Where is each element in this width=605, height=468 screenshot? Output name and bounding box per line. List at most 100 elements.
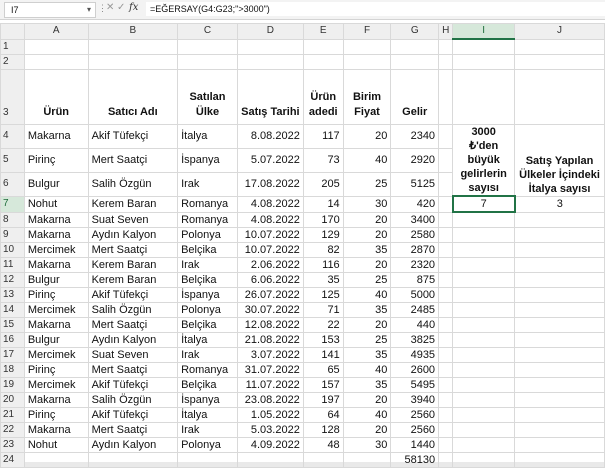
summary-value-italy[interactable]: 3 [514, 195, 605, 213]
cell[interactable] [438, 392, 454, 408]
header-gelir[interactable]: Gelir [390, 69, 440, 125]
cell-urun[interactable]: Mercimek [23, 242, 89, 258]
cell-gelir[interactable]: 2870 [390, 242, 440, 258]
column-header-f[interactable]: F [342, 23, 392, 40]
cell[interactable] [514, 437, 605, 453]
row-header[interactable]: 6 [0, 171, 25, 197]
cell-tarih[interactable]: 4.08.2022 [236, 195, 304, 213]
cell-ulke[interactable]: Romanya [177, 195, 238, 213]
cell-gelir[interactable]: 4935 [390, 347, 440, 363]
cell-gelir[interactable]: 875 [390, 272, 440, 288]
cell-urun[interactable]: Makarna [23, 257, 89, 273]
cell[interactable] [514, 242, 605, 258]
cell[interactable] [87, 54, 179, 70]
cell-tarih[interactable]: 17.08.2022 [236, 171, 304, 197]
cell-satici[interactable]: Akif Tüfekçi [87, 287, 179, 303]
cell[interactable] [514, 347, 605, 363]
header-fiyat[interactable]: Birim Fiyat [342, 69, 392, 125]
cell-ulke[interactable]: Belçika [177, 272, 238, 288]
select-all-corner[interactable] [0, 23, 25, 40]
cell[interactable] [514, 362, 605, 378]
cell[interactable] [87, 38, 179, 55]
cell[interactable] [438, 272, 454, 288]
column-header-d[interactable]: D [236, 23, 304, 40]
cell-gelir[interactable]: 2560 [390, 407, 440, 423]
cell-tarih[interactable]: 2.06.2022 [236, 257, 304, 273]
cell-satici[interactable]: Mert Saatçi [87, 147, 179, 173]
cell[interactable] [514, 257, 605, 273]
cell[interactable] [438, 195, 454, 213]
cell-tarih[interactable]: 11.07.2022 [236, 377, 304, 393]
cell[interactable] [438, 407, 454, 423]
cell-gelir[interactable]: 2920 [390, 147, 440, 173]
cell-fiyat[interactable]: 20 [342, 257, 392, 273]
column-header-h[interactable]: H [438, 23, 454, 40]
cell-ulke[interactable]: İtalya [177, 407, 238, 423]
cell-tarih[interactable]: 1.05.2022 [236, 407, 304, 423]
cell[interactable] [302, 38, 344, 55]
column-header-e[interactable]: E [302, 23, 344, 40]
cell-urun[interactable]: Pirinç [23, 287, 89, 303]
cell-gelir[interactable]: 3400 [390, 211, 440, 228]
cell-satici[interactable]: Aydın Kalyon [87, 227, 179, 243]
row-header[interactable]: 14 [0, 302, 25, 318]
cell[interactable] [452, 362, 516, 378]
cell-tarih[interactable]: 31.07.2022 [236, 362, 304, 378]
cell-ulke[interactable]: İspanya [177, 147, 238, 173]
cell-satici[interactable]: Suat Seven [87, 347, 179, 363]
cell-fiyat[interactable]: 40 [342, 407, 392, 423]
total-gelir[interactable]: 58130 [390, 452, 440, 468]
summary-value-over3000[interactable]: 7 [451, 195, 516, 213]
column-header-c[interactable]: C [177, 23, 238, 40]
cell-gelir[interactable]: 2560 [390, 422, 440, 438]
cell-fiyat[interactable]: 30 [342, 437, 392, 453]
cell-fiyat[interactable]: 20 [342, 392, 392, 408]
cell[interactable] [452, 437, 516, 453]
row-header[interactable]: 5 [0, 147, 25, 173]
cell[interactable] [438, 422, 454, 438]
row-header[interactable]: 3 [0, 69, 25, 125]
cell-tarih[interactable]: 30.07.2022 [236, 302, 304, 318]
cell[interactable] [23, 54, 89, 70]
cell-adet[interactable]: 117 [302, 124, 344, 149]
cell-tarih[interactable]: 5.07.2022 [236, 147, 304, 173]
cell-adet[interactable]: 141 [302, 347, 344, 363]
cell[interactable] [390, 54, 440, 70]
cell-satici[interactable]: Aydın Kalyon [87, 437, 179, 453]
cell-fiyat[interactable]: 20 [342, 124, 392, 149]
cell-satici[interactable]: Mert Saatçi [87, 317, 179, 333]
cell-urun[interactable]: Makarna [23, 227, 89, 243]
row-header[interactable]: 7 [0, 195, 25, 213]
cell-gelir[interactable]: 5125 [390, 171, 440, 197]
insert-function-icon[interactable]: fx [129, 2, 138, 13]
cell[interactable] [452, 392, 516, 408]
cell-satici[interactable]: Mert Saatçi [87, 422, 179, 438]
cell[interactable] [438, 242, 454, 258]
cell[interactable] [514, 38, 605, 55]
cell[interactable] [514, 54, 605, 70]
cell[interactable] [438, 452, 454, 468]
formula-input[interactable]: =EĞERSAY(G4:G23;">3000") [146, 2, 605, 16]
cell-gelir[interactable]: 2320 [390, 257, 440, 273]
cancel-icon[interactable]: ✕ [106, 2, 114, 13]
cell[interactable] [452, 242, 516, 258]
cell[interactable] [438, 287, 454, 303]
cell-gelir[interactable]: 3825 [390, 332, 440, 348]
row-header[interactable]: 20 [0, 392, 25, 408]
cell[interactable] [514, 392, 605, 408]
cell[interactable] [452, 227, 516, 243]
cell-adet[interactable]: 73 [302, 147, 344, 173]
cell[interactable] [514, 452, 605, 468]
cell[interactable] [452, 54, 516, 70]
cell-adet[interactable]: 129 [302, 227, 344, 243]
row-header[interactable]: 18 [0, 362, 25, 378]
row-header[interactable]: 24 [0, 452, 25, 468]
cell[interactable] [514, 407, 605, 423]
cell-satici[interactable]: Aydın Kalyon [87, 332, 179, 348]
cell[interactable] [514, 332, 605, 348]
cell-fiyat[interactable]: 25 [342, 272, 392, 288]
cell-urun[interactable]: Bulgur [23, 332, 89, 348]
cell-tarih[interactable]: 10.07.2022 [236, 227, 304, 243]
row-header[interactable]: 23 [0, 437, 25, 453]
cell[interactable] [438, 38, 454, 55]
